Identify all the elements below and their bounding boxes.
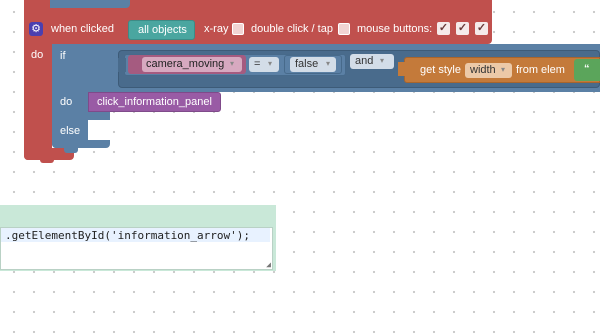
all-objects-field[interactable]: all objects xyxy=(128,20,195,40)
xray-checkbox[interactable] xyxy=(232,23,244,35)
camera-moving-variable[interactable]: camera_moving ▾ xyxy=(128,55,246,74)
if-block-bottom xyxy=(52,140,110,148)
quote-icon: “ xyxy=(584,63,590,75)
boolean-block[interactable]: false ▾ xyxy=(284,55,342,74)
boolean-value: false xyxy=(295,58,319,70)
from-elem-label: from elem xyxy=(516,64,565,76)
if-block-else-bar xyxy=(52,112,110,120)
chevron-down-icon: ▾ xyxy=(230,59,235,68)
operator-dropdown[interactable]: = ▾ xyxy=(249,57,279,72)
logic-operator-dropdown[interactable]: and ▾ xyxy=(350,54,394,69)
operator-value: = xyxy=(254,58,261,70)
compare-block-notch xyxy=(118,58,126,72)
style-property-value: width xyxy=(470,64,496,76)
code-editor[interactable]: .getElementById('information_arrow'); ◢ xyxy=(0,227,273,270)
mouse-left-checkbox[interactable]: ✓ xyxy=(437,22,450,35)
xray-label: x-ray xyxy=(204,23,229,35)
string-block[interactable]: “ xyxy=(574,59,600,81)
mouse-middle-checkbox[interactable]: ✓ xyxy=(456,22,469,35)
code-line: .getElementById('information_arrow'); xyxy=(5,229,251,242)
chevron-down-icon: ▾ xyxy=(501,65,506,74)
if-else-label: else xyxy=(60,125,81,137)
procedure-call-block[interactable]: click_information_panel xyxy=(88,92,221,112)
variable-name: camera_moving xyxy=(146,58,225,70)
else-slot[interactable] xyxy=(88,121,110,139)
mouse-right-checkbox[interactable]: ✓ xyxy=(475,22,488,35)
chevron-down-icon: ▾ xyxy=(326,59,331,68)
when-clicked-label: when clicked xyxy=(51,23,114,35)
double-click-checkbox[interactable] xyxy=(338,23,350,35)
logic-operator-value: and xyxy=(355,55,374,67)
if-block-bottom-tab xyxy=(64,146,78,153)
resize-handle-icon[interactable]: ◢ xyxy=(266,260,271,269)
get-style-label: get style xyxy=(420,64,461,76)
event-block-bottom-tab xyxy=(40,155,54,163)
boolean-dropdown[interactable]: false ▾ xyxy=(290,57,336,72)
all-objects-label: all objects xyxy=(138,24,187,36)
procedure-call-label: click_information_panel xyxy=(97,96,212,108)
style-property-dropdown[interactable]: width ▾ xyxy=(465,63,512,78)
gear-icon[interactable]: ⚙ xyxy=(29,22,43,36)
mouse-buttons-label: mouse buttons: xyxy=(357,23,433,35)
variable-dropdown[interactable]: camera_moving ▾ xyxy=(142,57,242,72)
event-do-label: do xyxy=(31,49,44,61)
string-quote: “ xyxy=(580,62,600,77)
double-click-label: double click / tap xyxy=(251,23,333,35)
if-do-label: do xyxy=(60,96,73,108)
previous-block-fragment-2 xyxy=(30,0,50,8)
chevron-down-icon: ▾ xyxy=(268,59,273,68)
get-style-notch xyxy=(398,62,406,76)
if-label: if xyxy=(60,50,66,62)
chevron-down-icon: ▾ xyxy=(380,56,385,65)
